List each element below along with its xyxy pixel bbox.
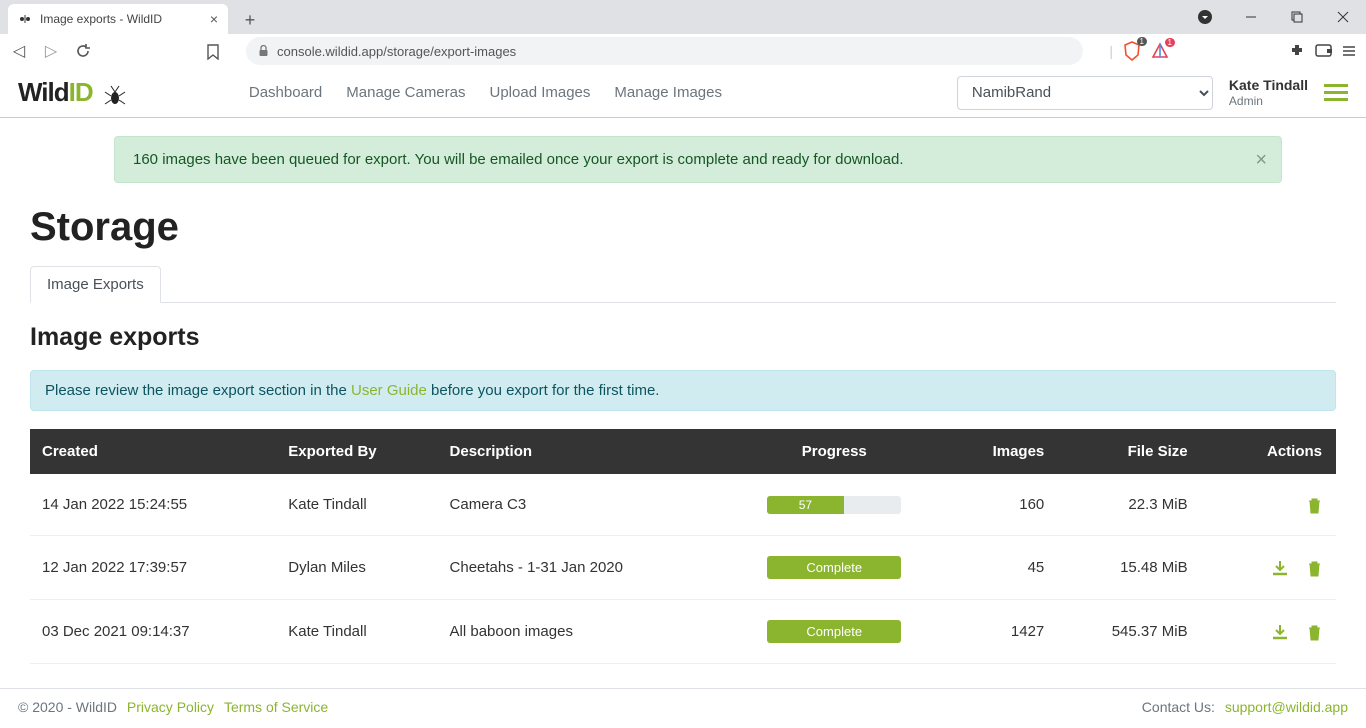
alert-success: 160 images have been queued for export. … [114, 136, 1282, 183]
tab-close-icon[interactable]: × [210, 11, 218, 27]
th-images: Images [948, 429, 1057, 474]
download-icon[interactable] [1271, 621, 1289, 641]
user-name: Kate Tindall [1229, 77, 1308, 94]
brave-rewards-icon[interactable]: 1 [1151, 42, 1169, 60]
footer-contact-label: Contact Us: [1142, 699, 1219, 715]
section-title: Image exports [30, 323, 1336, 352]
project-select[interactable]: NamibRand [957, 76, 1213, 110]
cell-progress: Complete [721, 600, 948, 664]
browser-tab[interactable]: Image exports - WildID × [8, 4, 228, 34]
browser-tab-title: Image exports - WildID [40, 12, 162, 26]
user-guide-link[interactable]: User Guide [351, 382, 427, 399]
url-text: console.wildid.app/storage/export-images [277, 44, 516, 59]
th-actions: Actions [1200, 429, 1336, 474]
tab-image-exports[interactable]: Image Exports [30, 266, 161, 303]
exports-table: Created Exported By Description Progress… [30, 429, 1336, 664]
user-role: Admin [1229, 94, 1308, 108]
close-window-button[interactable] [1320, 2, 1366, 32]
nav-manage-images[interactable]: Manage Images [614, 84, 722, 101]
brave-circle-icon[interactable] [1182, 2, 1228, 32]
progress-bar: 57 [767, 496, 901, 514]
main-nav: Dashboard Manage Cameras Upload Images M… [249, 84, 722, 101]
brave-shield-icon[interactable]: 1 [1123, 41, 1141, 61]
cell-created: 03 Dec 2021 09:14:37 [30, 600, 276, 664]
cell-actions [1200, 600, 1336, 664]
th-description: Description [438, 429, 721, 474]
cell-description: Camera C3 [438, 474, 721, 536]
footer-terms-link[interactable]: Terms of Service [224, 699, 328, 715]
hamburger-menu[interactable] [1324, 84, 1348, 101]
user-block: Kate Tindall Admin [1229, 77, 1308, 108]
reload-button[interactable] [74, 42, 92, 60]
alert-success-text: 160 images have been queued for export. … [133, 151, 904, 168]
nav-manage-cameras[interactable]: Manage Cameras [346, 84, 465, 101]
footer-privacy-link[interactable]: Privacy Policy [127, 699, 214, 715]
shield-badge: 1 [1137, 37, 1147, 46]
table-row: 14 Jan 2022 15:24:55Kate TindallCamera C… [30, 474, 1336, 536]
bookmark-button[interactable] [206, 42, 220, 59]
extensions-icon[interactable] [1289, 42, 1305, 60]
footer-copyright: © 2020 - WildID [18, 699, 117, 715]
cell-exported-by: Kate Tindall [276, 474, 437, 536]
cell-images: 160 [948, 474, 1057, 536]
lock-icon [258, 45, 269, 57]
th-exported-by: Exported By [276, 429, 437, 474]
browser-chrome: Image exports - WildID × + ◁ ▷ [0, 0, 1366, 68]
logo-icon [101, 79, 129, 103]
trash-icon[interactable] [1307, 557, 1322, 577]
cell-created: 14 Jan 2022 15:24:55 [30, 474, 276, 536]
cell-file-size: 15.48 MiB [1056, 536, 1199, 600]
cell-progress: Complete [721, 536, 948, 600]
app-header: WildID Dashboard Manage Cameras Upload I… [0, 68, 1366, 118]
wallet-icon[interactable] [1315, 42, 1332, 60]
cell-images: 45 [948, 536, 1057, 600]
trash-icon[interactable] [1307, 494, 1322, 514]
tabs: Image Exports [30, 266, 1336, 303]
cell-file-size: 545.37 MiB [1056, 600, 1199, 664]
cell-exported-by: Kate Tindall [276, 600, 437, 664]
favicon-icon [18, 12, 32, 26]
cell-description: Cheetahs - 1-31 Jan 2020 [438, 536, 721, 600]
footer-contact-email[interactable]: support@wildid.app [1225, 699, 1348, 715]
forward-button[interactable]: ▷ [42, 41, 60, 61]
table-row: 12 Jan 2022 17:39:57Dylan MilesCheetahs … [30, 536, 1336, 600]
info-suffix: before you export for the first time. [427, 382, 660, 399]
cell-created: 12 Jan 2022 17:39:57 [30, 536, 276, 600]
cell-actions [1200, 474, 1336, 536]
divider: | [1109, 43, 1113, 59]
alert-info: Please review the image export section i… [30, 370, 1336, 411]
cell-images: 1427 [948, 600, 1057, 664]
back-button[interactable]: ◁ [10, 41, 28, 61]
footer: © 2020 - WildID Privacy Policy Terms of … [0, 688, 1366, 725]
status-complete: Complete [767, 556, 901, 579]
info-prefix: Please review the image export section i… [45, 382, 351, 399]
th-file-size: File Size [1056, 429, 1199, 474]
cell-exported-by: Dylan Miles [276, 536, 437, 600]
th-progress: Progress [721, 429, 948, 474]
minimize-button[interactable] [1228, 2, 1274, 32]
page-title: Storage [30, 205, 1336, 250]
nav-dashboard[interactable]: Dashboard [249, 84, 322, 101]
status-complete: Complete [767, 620, 901, 643]
cell-file-size: 22.3 MiB [1056, 474, 1199, 536]
new-tab-button[interactable]: + [236, 6, 264, 34]
cell-actions [1200, 536, 1336, 600]
nav-upload-images[interactable]: Upload Images [490, 84, 591, 101]
cell-progress: 57 [721, 474, 948, 536]
browser-menu-icon[interactable] [1342, 42, 1356, 60]
address-bar[interactable]: console.wildid.app/storage/export-images [246, 37, 1083, 65]
download-icon[interactable] [1271, 557, 1289, 577]
cell-description: All baboon images [438, 600, 721, 664]
th-created: Created [30, 429, 276, 474]
rewards-badge: 1 [1165, 38, 1175, 47]
maximize-button[interactable] [1274, 2, 1320, 32]
logo[interactable]: WildID [18, 77, 129, 108]
trash-icon[interactable] [1307, 621, 1322, 641]
table-row: 03 Dec 2021 09:14:37Kate TindallAll babo… [30, 600, 1336, 664]
alert-close-icon[interactable]: × [1255, 149, 1267, 172]
